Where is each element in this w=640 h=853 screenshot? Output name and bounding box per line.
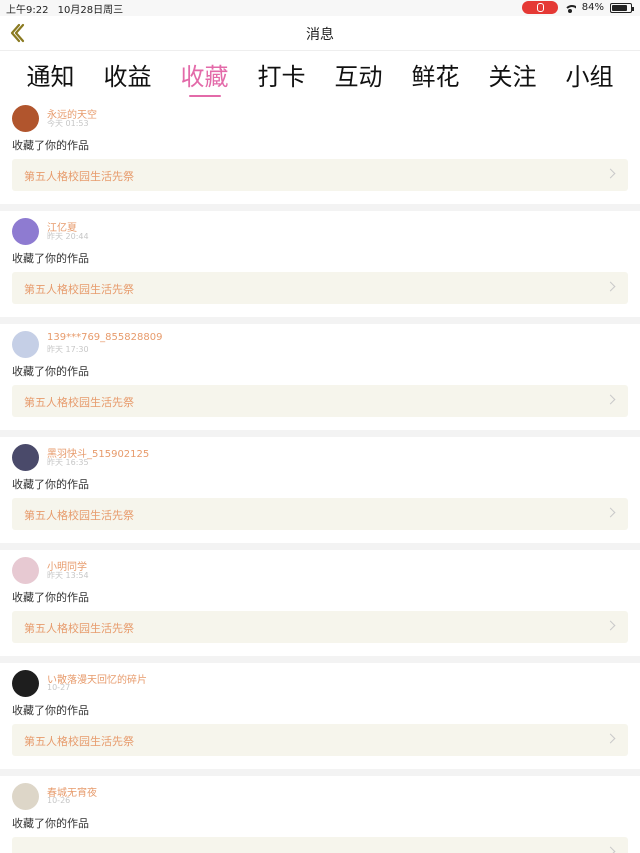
avatar[interactable] (12, 331, 39, 358)
battery-percent: 84% (581, 2, 604, 13)
wifi-icon (563, 3, 576, 13)
message-card: 黑羽快斗_515902125 昨天 16:35 收藏了你的作品 第五人格校园生活… (0, 437, 640, 543)
work-link[interactable]: 第五人格校园生活先祭 (12, 611, 628, 643)
timestamp: 今天 01:53 (47, 119, 89, 128)
tab-flowers[interactable]: 鲜花 (412, 51, 460, 99)
action-text: 收藏了你的作品 (12, 591, 89, 604)
chevron-right-icon (605, 846, 616, 853)
tab-notifications[interactable]: 通知 (27, 51, 75, 99)
status-time: 上午9:22 (6, 5, 49, 16)
nav-bar: 消息 (0, 16, 640, 50)
work-link[interactable]: 第五人格校园生活先祭 (12, 272, 628, 304)
message-card: い散落漫天回忆的碎片 10-27 收藏了你的作品 第五人格校园生活先祭 (0, 663, 640, 769)
timestamp: 昨天 17:30 (47, 345, 89, 354)
action-text: 收藏了你的作品 (12, 704, 89, 717)
work-link[interactable]: 第五人格校园生活先祭 (12, 159, 628, 191)
tab-checkin[interactable]: 打卡 (258, 51, 306, 99)
battery-fill (612, 4, 628, 11)
action-text: 收藏了你的作品 (12, 252, 89, 265)
message-card: 139***769_855828809 昨天 17:30 收藏了你的作品 第五人… (0, 324, 640, 430)
avatar[interactable] (12, 218, 39, 245)
status-bar: 上午9:22 10月28日周三 84% (0, 0, 640, 16)
avatar[interactable] (12, 670, 39, 697)
chevron-right-icon (605, 281, 616, 292)
chevron-right-icon (605, 620, 616, 631)
work-title: 第五人格校园生活先祭 (24, 735, 134, 748)
timestamp: 昨天 16:35 (47, 458, 89, 467)
timestamp: 昨天 13:54 (47, 571, 89, 580)
tab-favorites[interactable]: 收藏 (181, 51, 229, 99)
action-text: 收藏了你的作品 (12, 365, 89, 378)
work-title: 第五人格校园生活先祭 (24, 396, 134, 409)
tab-bar: 通知 收益 收藏 打卡 互动 鲜花 关注 小组 (0, 50, 640, 98)
timestamp: 昨天 20:44 (47, 232, 89, 241)
avatar[interactable] (12, 105, 39, 132)
status-date: 10月28日周三 (57, 5, 124, 16)
work-title: 第五人格校园生活先祭 (24, 170, 134, 183)
microphone-icon (521, 1, 558, 14)
battery-icon (610, 2, 634, 13)
username[interactable]: 139***769_855828809 (47, 332, 162, 343)
status-left: 上午9:22 10月28日周三 (6, 1, 123, 16)
chevron-right-icon (605, 168, 616, 179)
message-card: 春城无宵夜 10-26 收藏了你的作品 (0, 776, 640, 853)
chevron-right-icon (605, 394, 616, 405)
timestamp: 10-27 (47, 683, 71, 692)
work-title: 第五人格校园生活先祭 (24, 509, 134, 522)
tab-earnings[interactable]: 收益 (104, 51, 152, 99)
message-list: 永远的天空 今天 01:53 收藏了你的作品 第五人格校园生活先祭 江亿夏 昨天… (0, 98, 640, 853)
message-card: 小明同学 昨天 13:54 收藏了你的作品 第五人格校园生活先祭 (0, 550, 640, 656)
action-text: 收藏了你的作品 (12, 817, 89, 830)
chevron-right-icon (605, 507, 616, 518)
work-link[interactable]: 第五人格校园生活先祭 (12, 498, 628, 530)
timestamp: 10-26 (47, 796, 71, 805)
page-title: 消息 (306, 27, 334, 43)
action-text: 收藏了你的作品 (12, 139, 89, 152)
work-title: 第五人格校园生活先祭 (24, 283, 134, 296)
tab-follows[interactable]: 关注 (489, 51, 537, 99)
message-card: 江亿夏 昨天 20:44 收藏了你的作品 第五人格校园生活先祭 (0, 211, 640, 317)
tab-interactions[interactable]: 互动 (335, 51, 383, 99)
work-title: 第五人格校园生活先祭 (24, 622, 134, 635)
avatar[interactable] (12, 783, 39, 810)
status-right: 84% (521, 1, 634, 14)
work-link[interactable]: 第五人格校园生活先祭 (12, 385, 628, 417)
work-link[interactable]: 第五人格校园生活先祭 (12, 724, 628, 756)
message-card: 永远的天空 今天 01:53 收藏了你的作品 第五人格校园生活先祭 (0, 98, 640, 204)
work-link[interactable] (12, 837, 628, 853)
action-text: 收藏了你的作品 (12, 478, 89, 491)
avatar[interactable] (12, 557, 39, 584)
tab-groups[interactable]: 小组 (566, 51, 614, 99)
avatar[interactable] (12, 444, 39, 471)
chevron-right-icon (605, 733, 616, 744)
